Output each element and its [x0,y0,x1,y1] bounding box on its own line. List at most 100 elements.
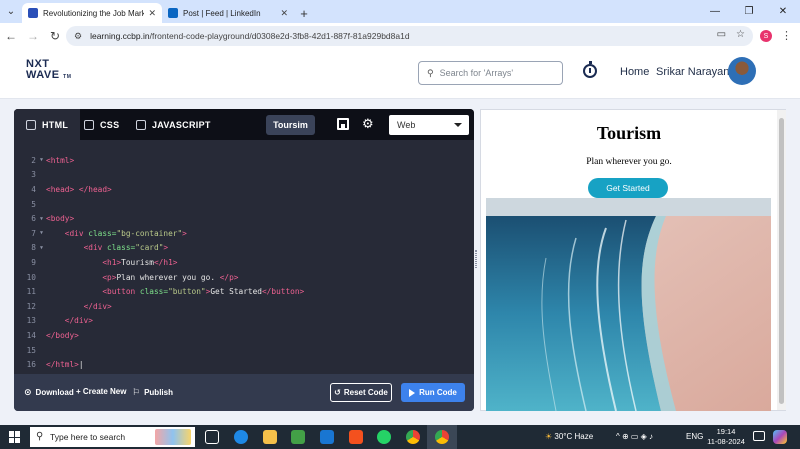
restore-icon[interactable]: ❐ [732,0,766,23]
taskbar-clock[interactable]: 19:14 11-08-2024 [706,427,746,447]
tab-title: Post | Feed | LinkedIn [183,8,261,18]
new-tab-plus-icon[interactable]: + [294,3,314,23]
beach-image-svg [486,198,771,411]
address-bar[interactable]: ⚙ learning.ccbp.in/frontend-code-playgro… [66,26,753,46]
code-line[interactable]: 10 <p>Plan wherever you go. </p> [14,270,474,285]
browser-toolbar: ← → ↻ ⚙ learning.ccbp.in/frontend-code-p… [0,23,800,49]
run-code-button[interactable]: Run Code [401,383,465,402]
code-line[interactable]: 3 [14,168,474,183]
tab-css[interactable]: CSS [84,109,119,140]
search-input[interactable]: ⚲ Search for 'Arrays' [418,61,563,85]
code-line[interactable]: 7 ▼ <div class="bg-container"> [14,226,474,241]
weather-widget[interactable]: ☀ 30°C Haze [545,432,593,441]
line-number: 15 [26,345,36,355]
whatsapp-icon[interactable] [377,430,391,444]
bookmark-star-icon[interactable]: ☆ [736,29,745,40]
code-text: </div> [64,316,93,326]
site-info-icon[interactable]: ⚙ [74,31,82,42]
linkedin-favicon-icon [168,8,178,18]
url-text: learning.ccbp.in/frontend-code-playgroun… [90,31,410,41]
get-started-button[interactable]: Get Started [588,178,668,198]
code-text: <body> [46,214,75,224]
code-line[interactable]: 11 <button class="button">Get Started</b… [14,284,474,299]
code-line[interactable]: 6 ▼ <body> [14,211,474,226]
code-line[interactable]: 16 </html>| [14,357,474,372]
preview-paragraph: Plan wherever you go. [586,157,672,167]
tab-javascript[interactable]: JAVASCRIPT [136,109,211,140]
browser-menu-icon[interactable]: ⋮ [781,29,792,42]
preview-scrollbar[interactable] [777,110,786,410]
input-language[interactable]: ENG [686,432,703,441]
code-line[interactable]: 15 [14,343,474,358]
user-avatar[interactable] [728,57,756,85]
line-number: 2 [31,155,36,165]
task-view-icon[interactable] [205,430,219,444]
code-area[interactable]: 2 ▼ <html> 3 4 <head> </head> 5 6 ▼ <body> 7 ▼ <div… [14,153,474,372]
cast-icon[interactable]: ▭ [717,29,726,40]
language-select[interactable]: Web [389,115,469,135]
minimize-icon[interactable]: — [698,0,732,23]
download-button[interactable]: ⊙ Download [24,387,74,398]
back-arrow-icon[interactable]: ← [0,29,22,43]
mail-icon[interactable] [320,430,334,444]
pane-resize-handle[interactable] [475,250,477,268]
profile-avatar-icon[interactable]: S [760,30,772,42]
line-number: 12 [26,301,36,311]
publish-button[interactable]: ⚐ Publish [132,387,173,398]
window-controls: — ❐ ✕ [698,0,800,23]
forward-arrow-icon[interactable]: → [22,29,44,43]
scrollbar-thumb[interactable] [779,118,784,404]
code-text: </div> [83,301,112,311]
nxtwave-favicon-icon [28,8,38,18]
settings-gear-icon[interactable]: ⚙ [362,116,374,132]
brave-browser-icon[interactable] [349,430,363,444]
save-icon[interactable] [337,118,349,130]
nxtwave-logo[interactable]: NXT WAVE TM [26,59,71,83]
play-icon [409,388,416,397]
code-line[interactable]: 13 </div> [14,314,474,329]
line-number: 14 [26,330,36,340]
tab-html[interactable]: HTML [14,109,81,140]
stopwatch-icon[interactable] [583,61,597,78]
output-preview: Tourism Plan wherever you go. Get Starte… [480,109,786,411]
chrome-active-icon[interactable] [435,430,449,444]
code-line[interactable]: 14 </body> [14,328,474,343]
code-line[interactable]: 8 ▼ <div class="card"> [14,241,474,256]
edge-browser-icon[interactable] [234,430,248,444]
code-line[interactable]: 12 </div> [14,299,474,314]
reset-code-button[interactable]: ↺ Reset Code [330,383,392,402]
close-tab-icon[interactable]: ✕ [280,8,288,19]
create-new-button[interactable]: + Create New [76,387,126,396]
close-window-icon[interactable]: ✕ [766,0,800,23]
site-header: NXT WAVE TM ⚲ Search for 'Arrays' Home S… [0,49,800,99]
line-number: 13 [26,316,36,326]
notification-icon[interactable] [753,431,765,441]
close-tab-icon[interactable]: ✕ [148,8,156,19]
browser-tab-linkedin[interactable]: Post | Feed | LinkedIn ✕ [162,3,294,23]
chrome-icon[interactable] [406,430,420,444]
system-tray-icons[interactable]: ^ ⊕ ▭ ◈ ♪ [616,432,653,441]
home-link[interactable]: Home [620,66,649,78]
copilot-icon[interactable] [773,430,787,444]
browser-tab-strip: ⌄ Revolutionizing the Job Market ✕ Post … [0,0,800,23]
windows-start-icon[interactable] [9,431,21,443]
search-icon: ⚲ [427,67,434,78]
search-highlight-image [155,429,191,445]
user-name[interactable]: Srikar Narayan [656,66,729,78]
code-text: <p>Plan wherever you go. </p> [102,272,239,282]
line-number: 5 [31,199,36,209]
project-name-badge[interactable]: Toursim [266,115,315,135]
reload-icon[interactable]: ↻ [44,29,66,43]
code-line[interactable]: 4 <head> </head> [14,182,474,197]
file-explorer-icon[interactable] [263,430,277,444]
browser-tab-active[interactable]: Revolutionizing the Job Market ✕ [22,3,162,23]
code-line[interactable]: 5 [14,197,474,212]
taskbar-search-input[interactable]: ⚲ Type here to search [30,427,195,447]
code-line[interactable]: 2 ▼ <html> [14,153,474,168]
code-text: </html>| [46,360,84,370]
code-text: <div class="bg-container"> [64,228,187,238]
microsoft-store-icon[interactable] [291,430,305,444]
code-line[interactable]: 9 <h1>Tourism</h1> [14,255,474,270]
dropdown-caret-icon [454,123,462,127]
tab-search-chevron-icon[interactable]: ⌄ [0,0,22,23]
